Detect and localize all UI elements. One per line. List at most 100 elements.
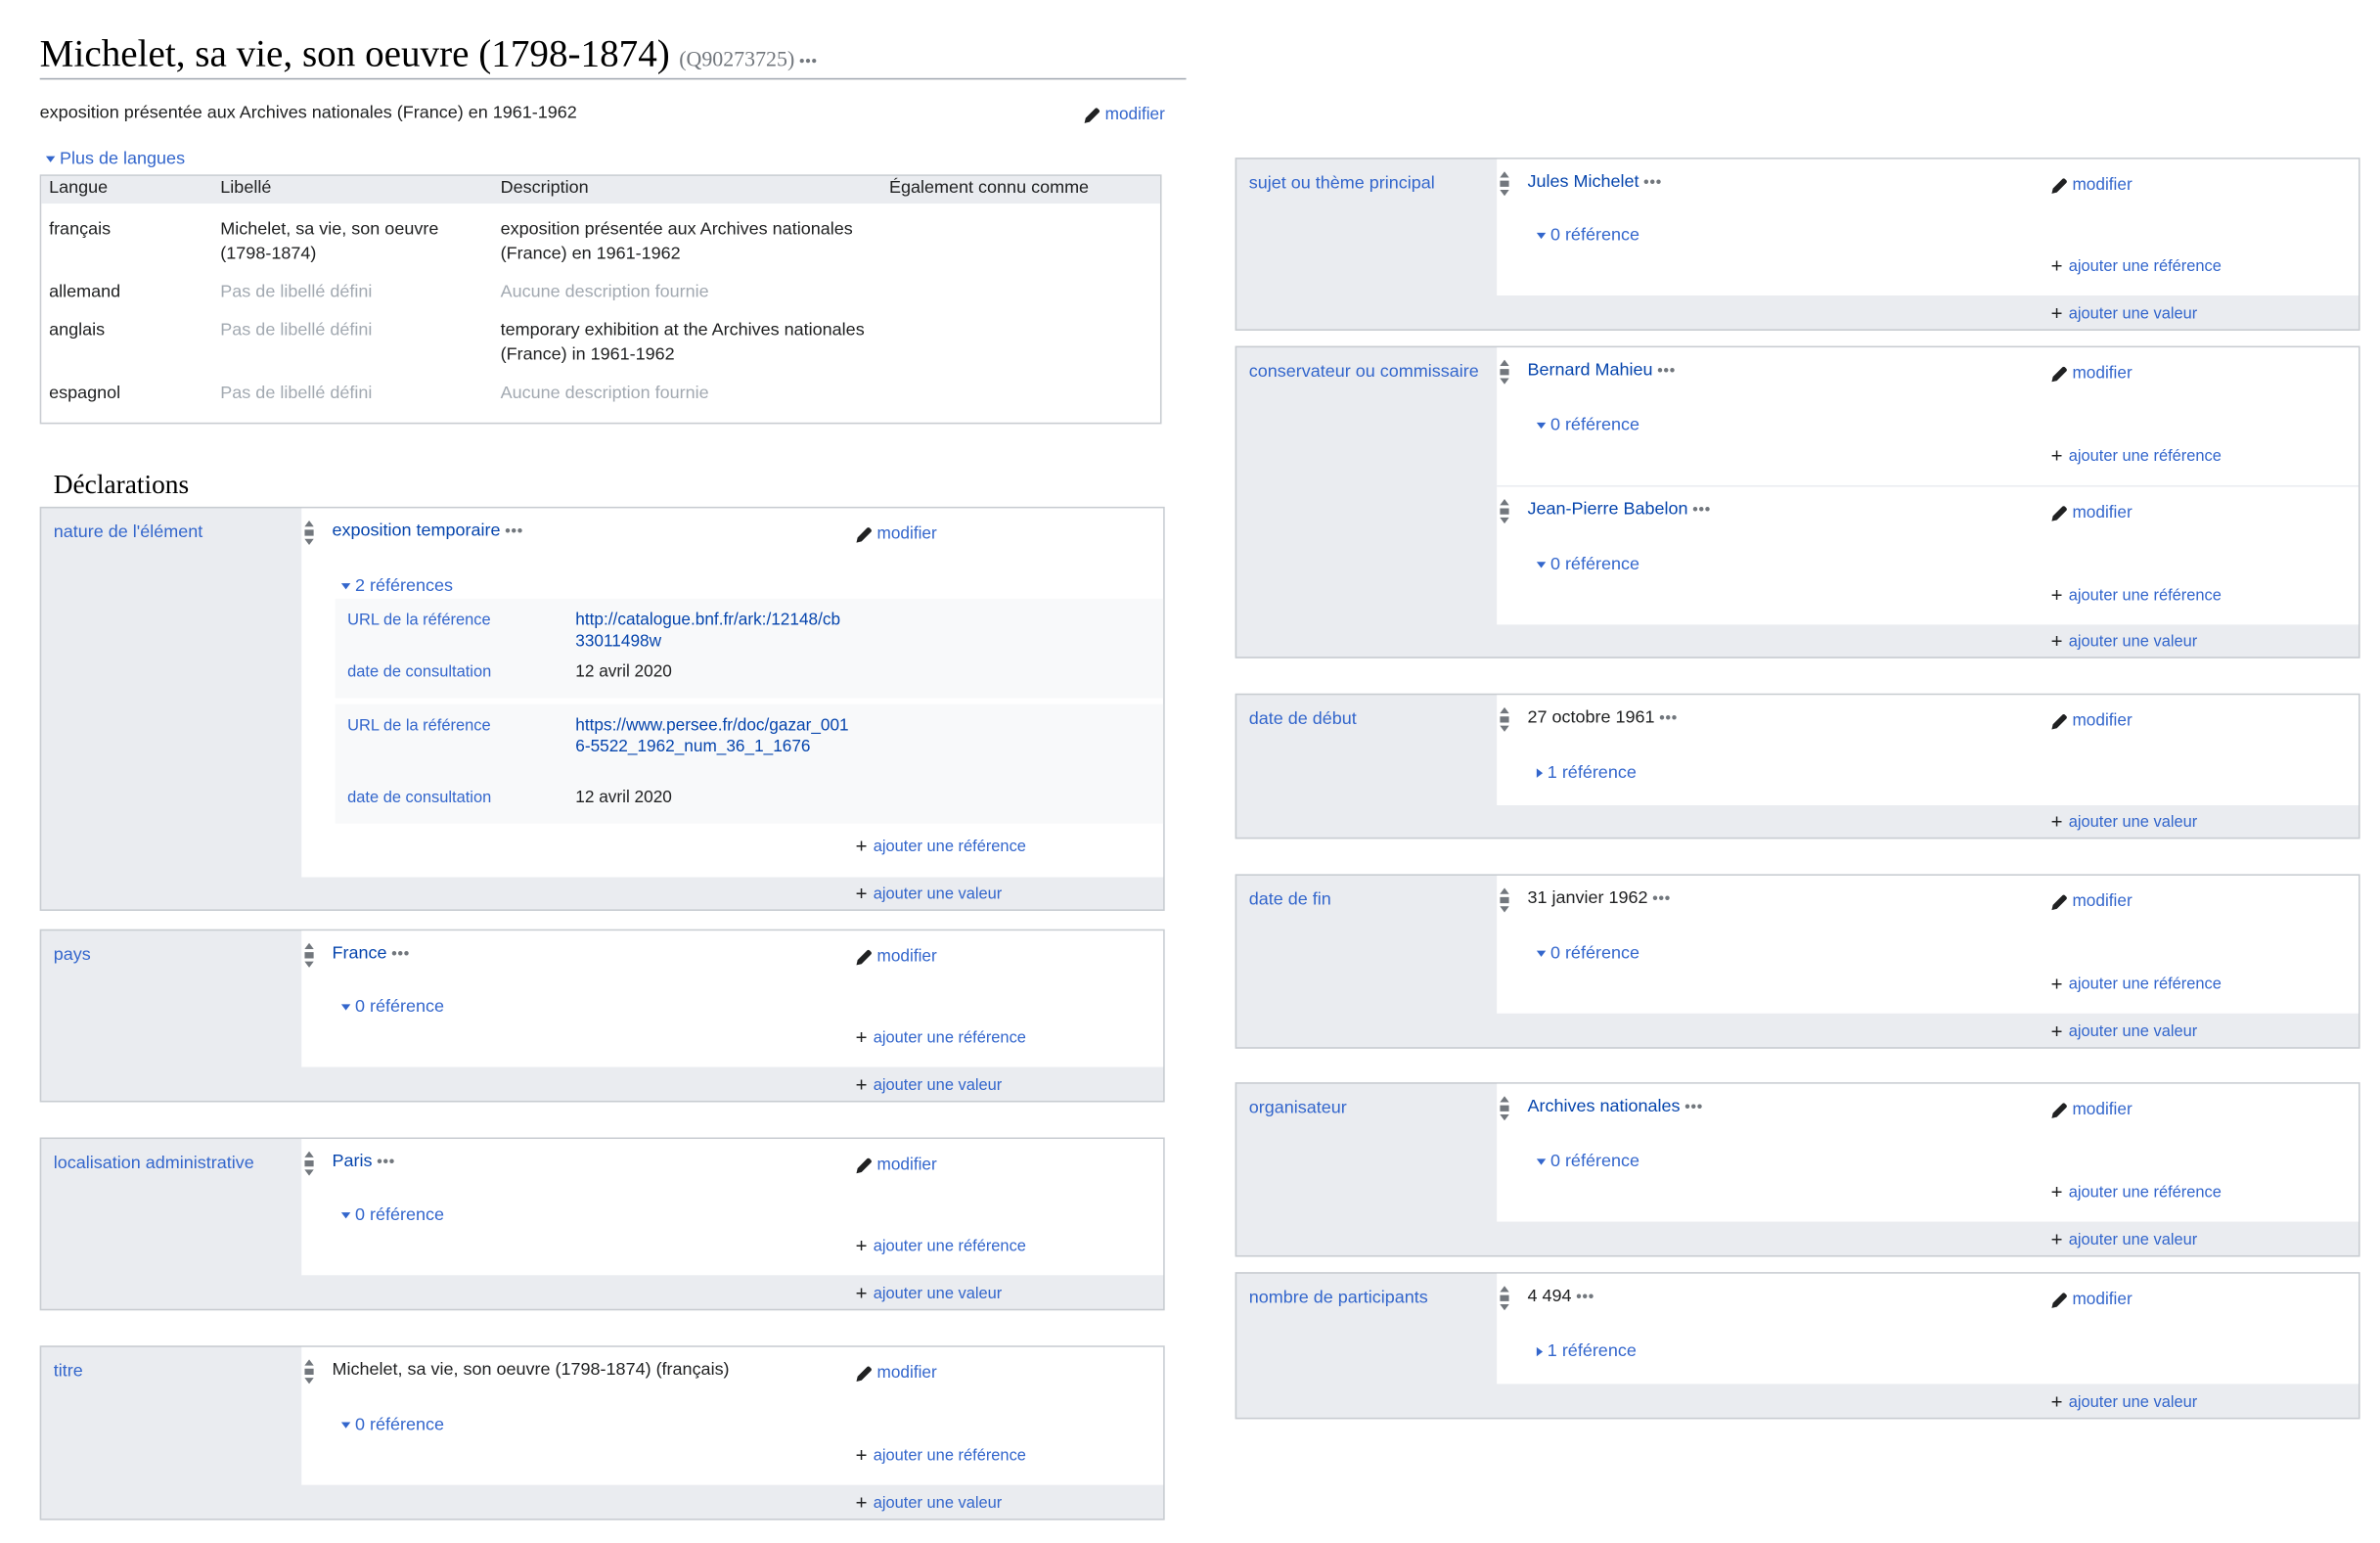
- property-label[interactable]: conservateur ou commissaire: [1249, 363, 1479, 382]
- edit-button[interactable]: modifier: [2051, 364, 2133, 383]
- rank-selector-icon[interactable]: [1500, 359, 1509, 385]
- rank-selector-icon[interactable]: [304, 520, 314, 545]
- add-value-button[interactable]: + ajouter une valeur: [856, 1492, 1003, 1512]
- add-value-button[interactable]: + ajouter une valeur: [2051, 1021, 2198, 1041]
- reference: URL de la référence http://catalogue.bnf…: [335, 598, 1164, 699]
- plus-icon: +: [2050, 583, 2063, 607]
- language-table: Langue Libellé Description Également con…: [39, 174, 1162, 425]
- statement-value[interactable]: France •••: [333, 944, 411, 963]
- statement-value[interactable]: exposition temporaire •••: [333, 522, 524, 541]
- references-toggle[interactable]: 0 référence: [340, 1206, 444, 1225]
- dots-menu-icon[interactable]: •••: [1652, 891, 1671, 908]
- dots-menu-icon[interactable]: •••: [1576, 1289, 1594, 1305]
- dots-menu-icon[interactable]: •••: [1684, 1099, 1703, 1115]
- add-value-button[interactable]: + ajouter une valeur: [2050, 1227, 2198, 1251]
- edit-button[interactable]: modifier: [2051, 1101, 2133, 1119]
- dots-menu-icon[interactable]: •••: [505, 523, 523, 540]
- reference-property[interactable]: date de consultation: [347, 789, 491, 807]
- references-toggle[interactable]: 2 références: [340, 577, 453, 596]
- edit-button[interactable]: modifier: [856, 947, 937, 966]
- property-label[interactable]: date de début: [1249, 710, 1357, 729]
- chevron-down-icon: [340, 1004, 351, 1011]
- rank-selector-icon[interactable]: [304, 1359, 314, 1384]
- rank-selector-icon[interactable]: [304, 1151, 314, 1176]
- edit-button[interactable]: modifier: [2051, 176, 2133, 195]
- rank-selector-icon[interactable]: [1500, 887, 1509, 913]
- add-value-button[interactable]: + ajouter une valeur: [2051, 1391, 2198, 1411]
- rank-selector-icon[interactable]: [1500, 171, 1509, 197]
- references-toggle[interactable]: 0 référence: [1536, 1153, 1639, 1171]
- references-toggle[interactable]: 0 référence: [1536, 944, 1639, 963]
- dots-menu-icon[interactable]: •••: [1657, 363, 1676, 380]
- rank-selector-icon[interactable]: [1500, 1286, 1509, 1311]
- edit-button[interactable]: modifier: [856, 1364, 937, 1383]
- property-label[interactable]: nature de l'élément: [54, 523, 202, 542]
- dots-menu-icon[interactable]: •••: [1659, 710, 1678, 727]
- add-reference-button[interactable]: + ajouter une référence: [2051, 1182, 2222, 1202]
- statement-value[interactable]: Jean-Pierre Babelon •••: [1527, 501, 1711, 520]
- add-reference-button[interactable]: + ajouter une référence: [2051, 974, 2222, 993]
- pencil-icon: [856, 526, 872, 542]
- references-toggle[interactable]: 1 référence: [1536, 1342, 1637, 1361]
- references-toggle[interactable]: 0 référence: [1536, 417, 1639, 434]
- edit-button[interactable]: modifier: [856, 1156, 937, 1174]
- add-reference-button[interactable]: + ajouter une référence: [856, 1445, 1026, 1465]
- statement-value[interactable]: Archives nationales •••: [1527, 1098, 1703, 1116]
- add-reference-button[interactable]: + ajouter une référence: [856, 836, 1026, 855]
- add-value-button[interactable]: + ajouter une valeur: [2051, 811, 2198, 831]
- property-label[interactable]: organisateur: [1249, 1099, 1347, 1117]
- reference-property[interactable]: URL de la référence: [347, 611, 490, 629]
- add-value-button[interactable]: + ajouter une valeur: [2051, 631, 2198, 651]
- header-description: Description: [500, 179, 589, 198]
- statement-group-main-subject: sujet ou thème principal Jules Michelet •…: [1235, 158, 2360, 331]
- add-value-button[interactable]: + ajouter une valeur: [856, 1074, 1003, 1094]
- property-label[interactable]: date de fin: [1249, 891, 1331, 910]
- references-toggle[interactable]: 0 référence: [340, 998, 444, 1017]
- header-langue: Langue: [49, 179, 109, 198]
- edit-button[interactable]: modifier: [856, 525, 937, 543]
- dots-menu-icon[interactable]: •••: [799, 54, 818, 70]
- references-toggle[interactable]: 0 référence: [340, 1416, 444, 1434]
- lang-description: temporary exhibition at the Archives nat…: [500, 321, 865, 364]
- property-label[interactable]: nombre de participants: [1249, 1289, 1428, 1307]
- plus-icon: +: [2050, 1227, 2063, 1251]
- reference-url[interactable]: http://catalogue.bnf.fr/ark:/12148/cb330…: [575, 611, 843, 652]
- edit-button[interactable]: modifier: [2051, 1291, 2133, 1309]
- property-label[interactable]: titre: [54, 1362, 83, 1381]
- pencil-icon: [2051, 1292, 2067, 1308]
- rank-selector-icon[interactable]: [1500, 499, 1509, 524]
- add-value-button[interactable]: + ajouter une valeur: [856, 884, 1003, 903]
- add-reference-button[interactable]: + ajouter une référence: [2051, 445, 2222, 465]
- property-label[interactable]: sujet ou thème principal: [1249, 174, 1435, 193]
- edit-button[interactable]: modifier: [2051, 504, 2133, 522]
- reference-property[interactable]: date de consultation: [347, 662, 491, 681]
- references-toggle[interactable]: 0 référence: [1536, 227, 1639, 245]
- edit-header-button[interactable]: modifier: [1084, 106, 1165, 124]
- property-label[interactable]: pays: [54, 946, 91, 965]
- add-reference-button[interactable]: + ajouter une référence: [2051, 255, 2222, 275]
- add-reference-button[interactable]: + ajouter une référence: [856, 1236, 1026, 1255]
- rank-selector-icon[interactable]: [304, 942, 314, 968]
- edit-button[interactable]: modifier: [2051, 712, 2133, 730]
- edit-button[interactable]: modifier: [2051, 892, 2133, 911]
- references-toggle[interactable]: 1 référence: [1536, 764, 1637, 783]
- add-value-button[interactable]: + ajouter une valeur: [856, 1283, 1003, 1302]
- reference-property[interactable]: URL de la référence: [347, 716, 490, 735]
- add-value-button[interactable]: + ajouter une valeur: [2051, 303, 2198, 323]
- rank-selector-icon[interactable]: [1500, 1096, 1509, 1121]
- statement-value[interactable]: Bernard Mahieu •••: [1527, 361, 1676, 380]
- add-reference-button[interactable]: + ajouter une référence: [2050, 583, 2222, 607]
- property-label[interactable]: localisation administrative: [54, 1155, 254, 1173]
- dots-menu-icon[interactable]: •••: [391, 946, 410, 963]
- more-languages-toggle[interactable]: Plus de langues: [45, 150, 185, 168]
- dots-menu-icon[interactable]: •••: [377, 1155, 395, 1171]
- dots-menu-icon[interactable]: •••: [1643, 174, 1662, 191]
- references-toggle[interactable]: 0 référence: [1536, 556, 1639, 574]
- add-reference-button[interactable]: + ajouter une référence: [856, 1027, 1026, 1047]
- statement-value[interactable]: Jules Michelet •••: [1527, 173, 1662, 192]
- statement-value[interactable]: Paris •••: [333, 1153, 395, 1171]
- statement: Jules Michelet ••• modifier 0 référence +…: [1497, 159, 2359, 295]
- dots-menu-icon[interactable]: •••: [1692, 502, 1711, 519]
- reference-url[interactable]: https://www.persee.fr/doc/gazar_0016-552…: [575, 716, 851, 757]
- rank-selector-icon[interactable]: [1500, 706, 1509, 732]
